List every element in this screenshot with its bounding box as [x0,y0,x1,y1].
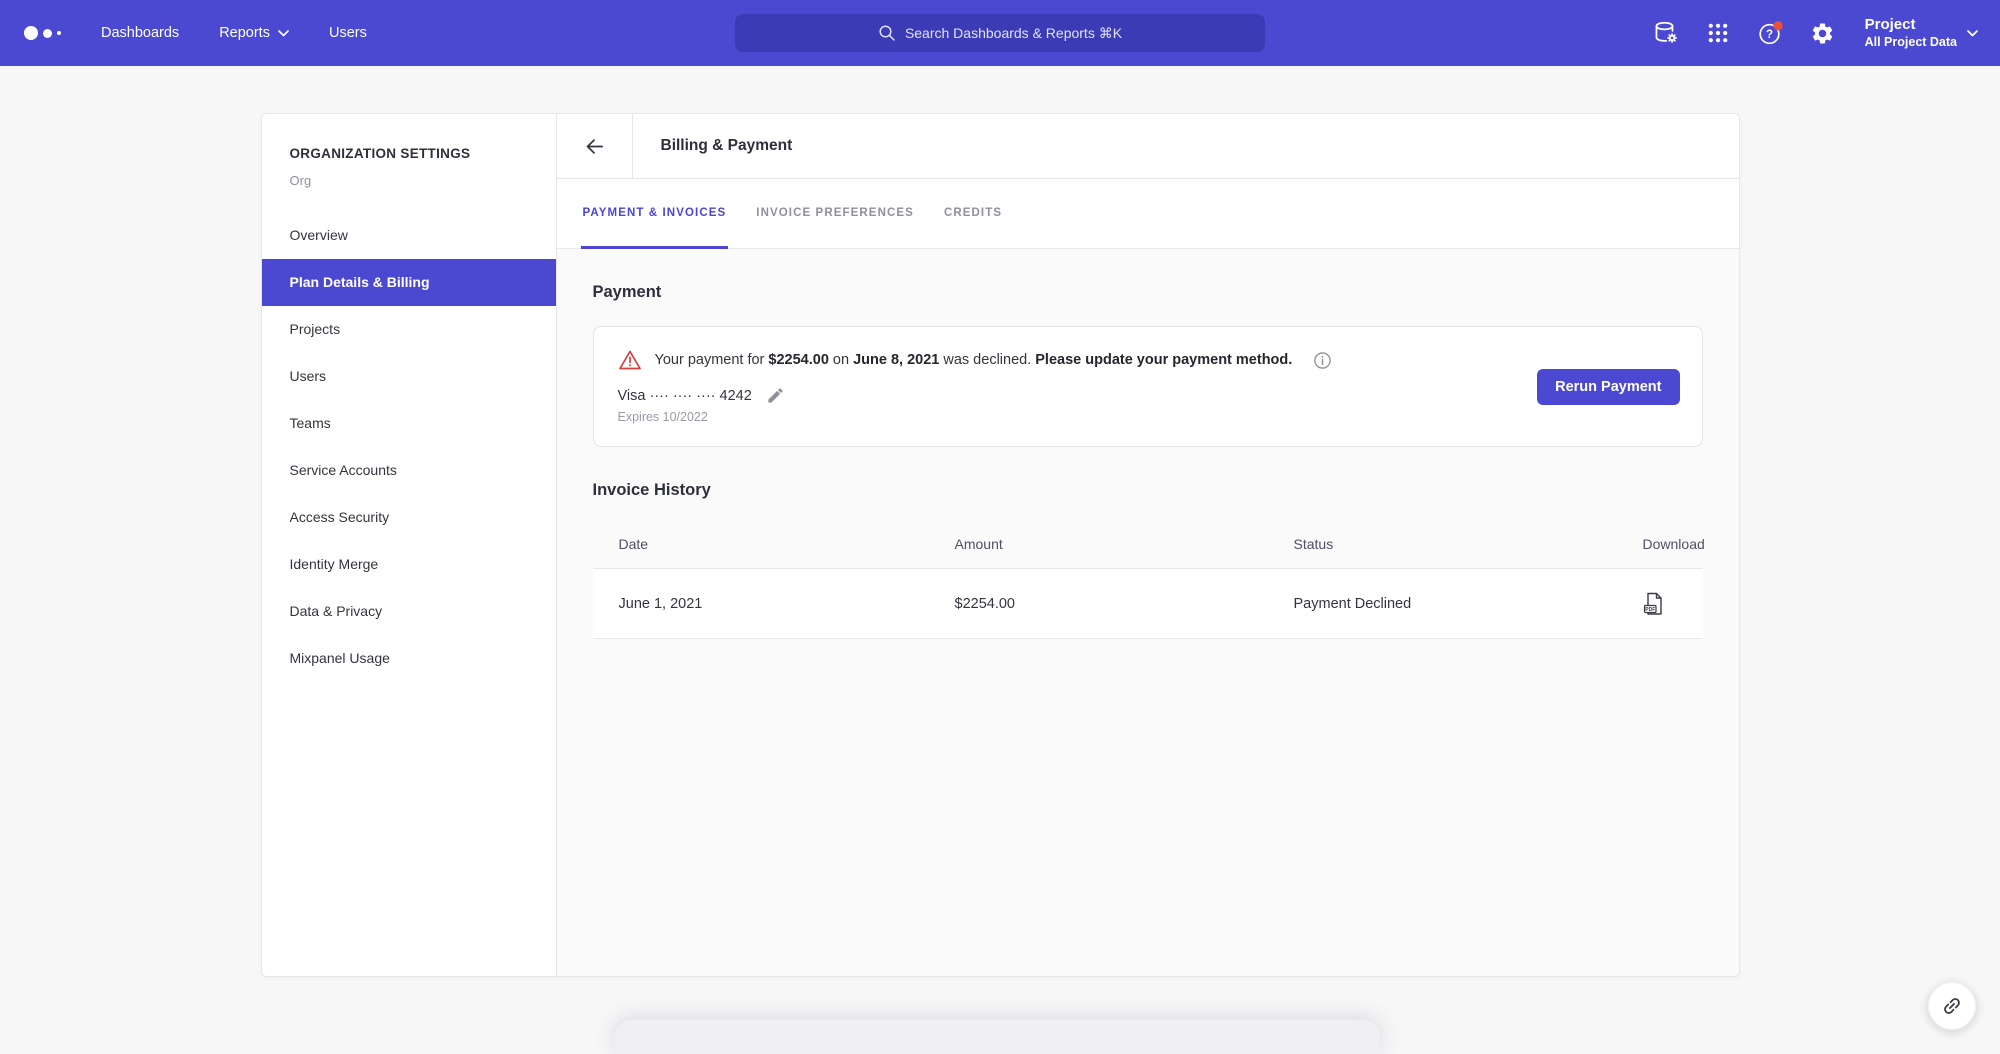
back-arrow-icon [583,135,606,158]
page-title: Billing & Payment [633,137,793,155]
invoice-table-row: June 1, 2021 $2254.00 Payment Declined P… [593,568,1703,639]
sidebar-org-name: Org [290,173,556,188]
edit-card-icon[interactable] [766,386,785,405]
column-header-download: Download [1643,536,1707,552]
payment-heading: Payment [593,283,1703,302]
column-header-status: Status [1294,536,1643,552]
settings-gear-icon[interactable] [1809,20,1836,47]
alert-amount: $2254.00 [768,352,828,368]
svg-text:PDF: PDF [1645,606,1655,612]
sidebar-items: Overview Plan Details & Billing Projects… [262,212,556,682]
sidebar-item-service-accounts[interactable]: Service Accounts [262,447,556,494]
org-settings-sidebar: ORGANIZATION SETTINGS Org Overview Plan … [262,114,557,976]
settings-panel: ORGANIZATION SETTINGS Org Overview Plan … [261,113,1740,977]
card-summary-row: Visa ···· ···· ···· 4242 [618,386,1678,405]
notification-badge [1773,21,1782,30]
logo-dot [57,31,61,35]
tab-payment-invoices[interactable]: PAYMENT & INVOICES [581,179,729,249]
sidebar-item-mixpanel-usage[interactable]: Mixpanel Usage [262,635,556,682]
sidebar-item-overview[interactable]: Overview [262,212,556,259]
chevron-down-icon [278,30,289,37]
sidebar-item-identity-merge[interactable]: Identity Merge [262,541,556,588]
search-input[interactable]: Search Dashboards & Reports ⌘K [735,14,1265,52]
nav-link-label: Dashboards [101,25,179,41]
warning-triangle-icon [618,349,642,371]
invoice-date: June 1, 2021 [619,596,955,612]
sidebar-item-users[interactable]: Users [262,353,556,400]
page-header: Billing & Payment [557,114,1739,179]
top-navbar: Dashboards Reports Users Search Dashboar… [0,0,2000,66]
billing-main: Billing & Payment PAYMENT & INVOICES INV… [557,114,1739,976]
alert-text-part: was declined. [939,352,1035,368]
alert-emphasis: Please update your payment method. [1035,352,1292,368]
nav-link-users[interactable]: Users [329,25,367,41]
column-header-amount: Amount [955,536,1294,552]
help-icon[interactable]: ? [1757,20,1784,47]
nav-links: Dashboards Reports Users [101,25,367,41]
tab-credits[interactable]: CREDITS [942,179,1004,249]
sidebar-item-access-security[interactable]: Access Security [262,494,556,541]
tab-content: Payment Your payment for $2254.00 on Jun… [557,249,1739,976]
alert-date: June 8, 2021 [853,352,939,368]
card-expiry: Expires 10/2022 [618,410,1678,424]
info-icon[interactable] [1313,351,1332,370]
rerun-payment-button[interactable]: Rerun Payment [1537,369,1679,405]
sidebar-item-plan-details-billing[interactable]: Plan Details & Billing [262,259,556,306]
invoice-table-header: Date Amount Status Download [593,510,1703,568]
sidebar-item-teams[interactable]: Teams [262,400,556,447]
payment-declined-alert: Your payment for $2254.00 on June 8, 202… [618,349,1678,371]
search-icon [878,24,896,42]
mixpanel-logo-icon[interactable] [24,26,61,40]
nav-link-label: Users [329,25,367,41]
logo-dot [24,26,38,40]
billing-tabs: PAYMENT & INVOICES INVOICE PREFERENCES C… [557,179,1739,249]
copy-link-button[interactable] [1928,982,1976,1030]
payment-method-card: Your payment for $2254.00 on June 8, 202… [593,326,1703,447]
card-summary: Visa ···· ···· ···· 4242 [618,388,752,404]
data-management-icon[interactable] [1653,20,1680,47]
invoice-status: Payment Declined [1294,596,1643,612]
project-selector[interactable]: Project All Project Data [1865,16,1978,50]
invoice-amount: $2254.00 [955,596,1294,612]
chevron-down-icon [1967,30,1978,37]
nav-link-label: Reports [219,25,270,41]
svg-text:?: ? [1766,29,1773,41]
alert-text: Your payment for $2254.00 on June 8, 202… [655,352,1293,368]
column-header-date: Date [619,536,955,552]
apps-grid-icon[interactable] [1705,20,1732,47]
search-placeholder: Search Dashboards & Reports ⌘K [905,25,1122,42]
invoice-history-heading: Invoice History [593,481,1703,500]
navbar-right-cluster: ? Project All Project Data [1653,0,1978,66]
tab-invoice-preferences[interactable]: INVOICE PREFERENCES [754,179,916,249]
alert-text-part: Your payment for [655,352,769,368]
pdf-file-icon[interactable]: PDF [1643,592,1665,616]
sidebar-title: ORGANIZATION SETTINGS [290,146,556,161]
link-icon [1936,990,1967,1021]
invoice-table: Date Amount Status Download June 1, 2021… [593,510,1703,639]
project-selector-label: Project [1865,16,1957,35]
sidebar-item-data-privacy[interactable]: Data & Privacy [262,588,556,635]
logo-dot [43,29,52,38]
bottom-sheet-peek [615,1020,1380,1054]
nav-link-reports[interactable]: Reports [219,25,289,41]
back-button[interactable] [557,114,633,178]
sidebar-item-projects[interactable]: Projects [262,306,556,353]
project-selector-value: All Project Data [1865,35,1957,51]
nav-link-dashboards[interactable]: Dashboards [101,25,179,41]
alert-text-part: on [829,352,853,368]
